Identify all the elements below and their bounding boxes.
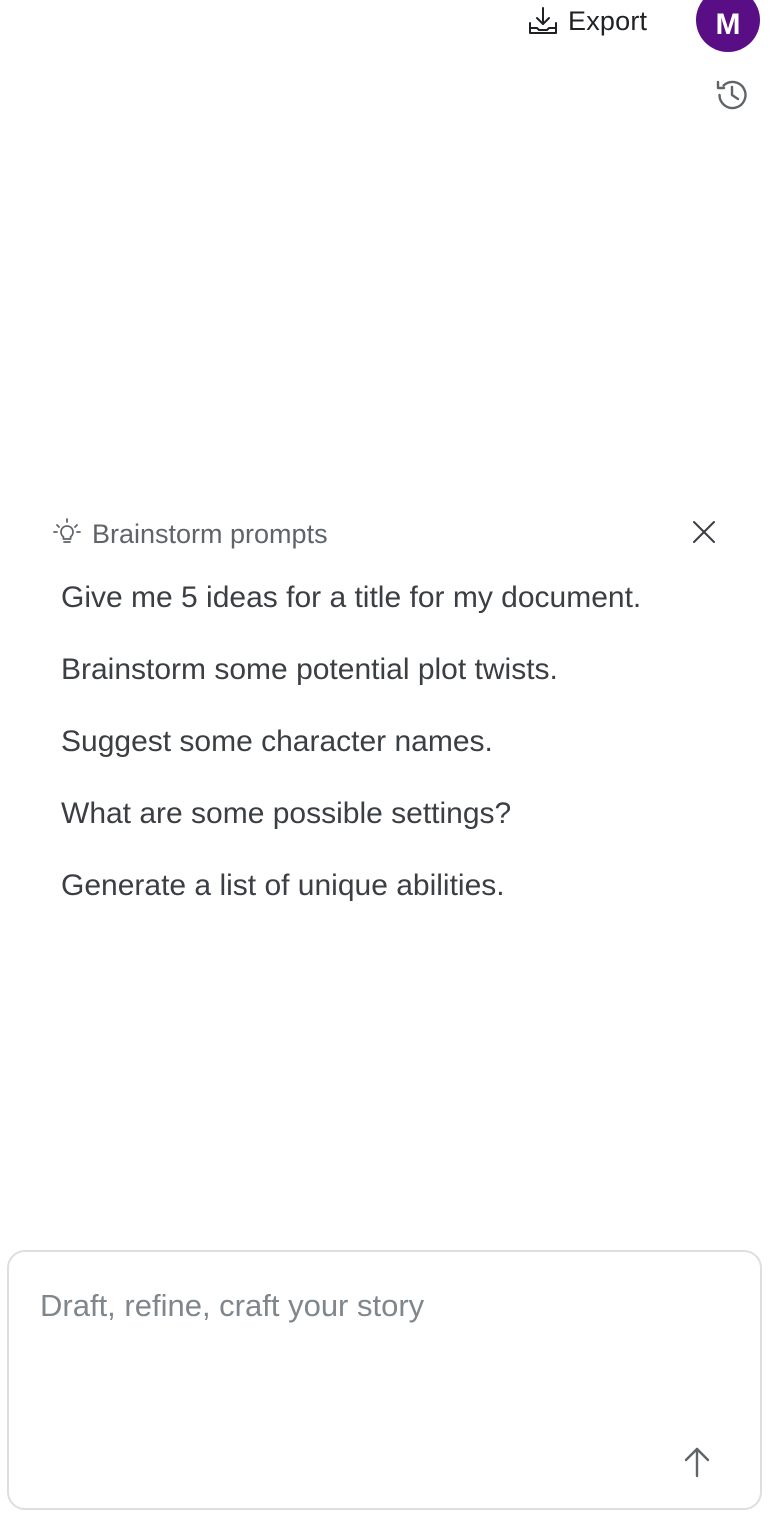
prompt-item-character-names[interactable]: Suggest some character names.: [61, 718, 641, 766]
history-clock-icon: [713, 76, 751, 119]
download-tray-icon: [526, 4, 560, 38]
avatar-initial: M: [715, 8, 741, 41]
arrow-up-icon: [682, 1445, 712, 1484]
close-icon: [691, 519, 717, 550]
brainstorm-prompt-list: Give me 5 ideas for a title for my docum…: [61, 574, 641, 934]
lightbulb-icon: [52, 517, 82, 552]
story-input[interactable]: [40, 1288, 720, 1438]
prompt-item-settings[interactable]: What are some possible settings?: [61, 790, 641, 838]
brainstorm-header: Brainstorm prompts: [52, 514, 328, 554]
brainstorm-title: Brainstorm prompts: [92, 518, 328, 549]
history-button[interactable]: [712, 77, 752, 117]
prompt-item-abilities[interactable]: Generate a list of unique abilities.: [61, 862, 641, 910]
composer: [7, 1250, 762, 1510]
avatar[interactable]: M: [696, 0, 760, 52]
send-button[interactable]: [677, 1444, 717, 1484]
prompt-item-title-ideas[interactable]: Give me 5 ideas for a title for my docum…: [61, 574, 641, 622]
prompt-item-plot-twists[interactable]: Brainstorm some potential plot twists.: [61, 646, 641, 694]
export-label: Export: [568, 5, 648, 36]
export-button[interactable]: Export: [526, 2, 647, 40]
close-brainstorm-button[interactable]: [684, 514, 724, 554]
